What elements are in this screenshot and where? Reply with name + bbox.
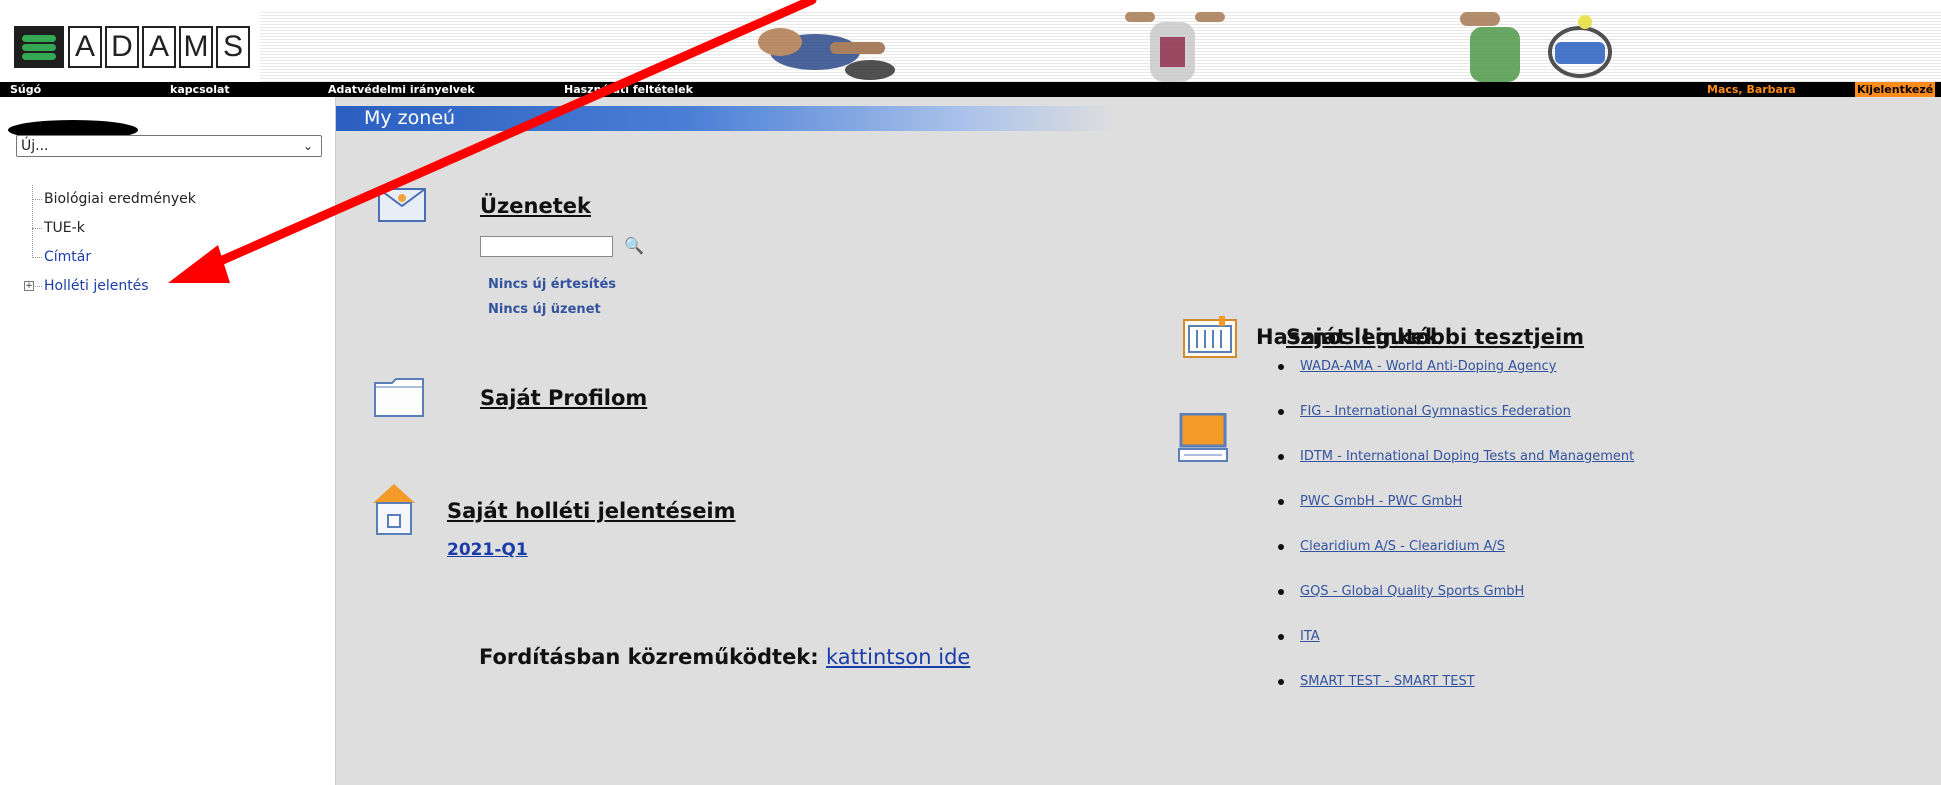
sidebar-item-biological-results[interactable]: Biológiai eredmények <box>22 185 322 214</box>
logout-button[interactable]: Kijelentkezé <box>1855 82 1936 97</box>
sidebar-item-label: Holléti jelentés <box>44 278 149 294</box>
message-search-input[interactable] <box>480 236 613 257</box>
logo-letter: A <box>142 26 176 68</box>
navigation-tree: Biológiai eredmények TUE-k Címtár + Holl… <box>22 185 322 301</box>
envelope-icon <box>378 188 426 222</box>
sidebar-item-directory[interactable]: Címtár <box>22 243 322 272</box>
header-banner <box>260 12 1941 82</box>
new-item-select-value: Új... <box>21 138 49 154</box>
translation-credits: Fordításban közreműködtek: kattintson id… <box>479 645 970 669</box>
messages-link[interactable]: Üzenetek <box>480 194 591 218</box>
useful-link[interactable]: WADA-AMA - World Anti-Doping Agency <box>1300 359 1556 374</box>
useful-link[interactable]: FIG - International Gymnastics Federatio… <box>1300 404 1571 419</box>
main-content: My zoneú Üzenetek 🔍 Nincs új értesítés N… <box>336 97 1941 785</box>
logo-letter: M <box>179 26 213 68</box>
credits-link[interactable]: kattintson ide <box>826 645 970 669</box>
logo-letter: S <box>216 26 250 68</box>
top-nav-bar: Súgó kapcsolat Adatvédelmi irányelvek Ha… <box>0 82 1941 97</box>
sidebar-item-whereabouts[interactable]: + Holléti jelentés <box>22 272 322 301</box>
credits-label: Fordításban közreműködtek: <box>479 645 819 669</box>
terms-link[interactable]: Használati feltételek <box>564 82 693 97</box>
useful-link[interactable]: Clearidium A/S - Clearidium A/S <box>1300 539 1505 554</box>
calendar-folder-icon <box>1183 316 1237 358</box>
useful-link[interactable]: ITA <box>1300 629 1320 644</box>
user-name[interactable]: Macs, Barbara <box>1707 82 1796 97</box>
useful-links-list: WADA-AMA - World Anti-Doping Agency FIG … <box>1278 359 1634 719</box>
messages-status-link[interactable]: Nincs új üzenet <box>488 302 601 317</box>
notifications-link[interactable]: Nincs új értesítés <box>488 277 616 292</box>
useful-link[interactable]: IDTM - International Doping Tests and Ma… <box>1300 449 1634 464</box>
sidebar-item-tue[interactable]: TUE-k <box>22 214 322 243</box>
list-item[interactable]: FIG - International Gymnastics Federatio… <box>1278 404 1634 449</box>
adams-logo-mark <box>14 26 64 68</box>
list-item[interactable]: Clearidium A/S - Clearidium A/S <box>1278 539 1634 584</box>
expand-icon[interactable]: + <box>24 281 34 291</box>
useful-link[interactable]: GQS - Global Quality Sports GmbH <box>1300 584 1524 599</box>
page-title: My zoneú <box>364 107 456 129</box>
new-item-select[interactable]: Új... ⌄ <box>16 135 322 157</box>
list-item[interactable]: WADA-AMA - World Anti-Doping Agency <box>1278 359 1634 404</box>
list-item[interactable]: ITA <box>1278 629 1634 674</box>
list-item[interactable]: PWC GmbH - PWC GmbH <box>1278 494 1634 539</box>
runner-athlete-image <box>758 28 895 80</box>
logo-letter: D <box>105 26 139 68</box>
profile-link[interactable]: Saját Profilom <box>480 386 647 410</box>
whereabouts-link[interactable]: Saját holléti jelentéseim <box>447 499 736 523</box>
page-header: A D A M S <box>0 0 1941 82</box>
sidebar-item-label: Biológiai eredmények <box>44 191 196 207</box>
chevron-down-icon: ⌄ <box>302 139 313 153</box>
house-icon <box>373 484 415 535</box>
list-item[interactable]: IDTM - International Doping Tests and Ma… <box>1278 449 1634 494</box>
search-icon[interactable]: 🔍 <box>624 236 644 255</box>
list-item[interactable]: GQS - Global Quality Sports GmbH <box>1278 584 1634 629</box>
whereabouts-period-link[interactable]: 2021-Q1 <box>447 540 528 560</box>
player-athlete-image <box>1125 12 1225 82</box>
tennis-athlete-image <box>1460 12 1612 82</box>
help-link[interactable]: Súgó <box>10 82 41 97</box>
useful-links-title: Hasznos Linkek <box>1256 325 1439 349</box>
privacy-link[interactable]: Adatvédelmi irányelvek <box>328 82 475 97</box>
sidebar: Új... ⌄ Biológiai eredmények TUE-k Címtá… <box>0 97 336 785</box>
useful-link[interactable]: PWC GmbH - PWC GmbH <box>1300 494 1462 509</box>
useful-link[interactable]: SMART TEST - SMART TEST <box>1300 674 1475 689</box>
zone-title-bar: My zoneú <box>336 106 1116 131</box>
sidebar-item-label: TUE-k <box>44 220 85 236</box>
folder-icon <box>374 378 424 417</box>
sidebar-item-label: Címtár <box>44 249 92 265</box>
computer-icon <box>1178 413 1228 462</box>
contact-link[interactable]: kapcsolat <box>170 82 230 97</box>
adams-logo[interactable]: A D A M S <box>14 26 253 68</box>
logo-letter: A <box>68 26 102 68</box>
list-item[interactable]: SMART TEST - SMART TEST <box>1278 674 1634 719</box>
